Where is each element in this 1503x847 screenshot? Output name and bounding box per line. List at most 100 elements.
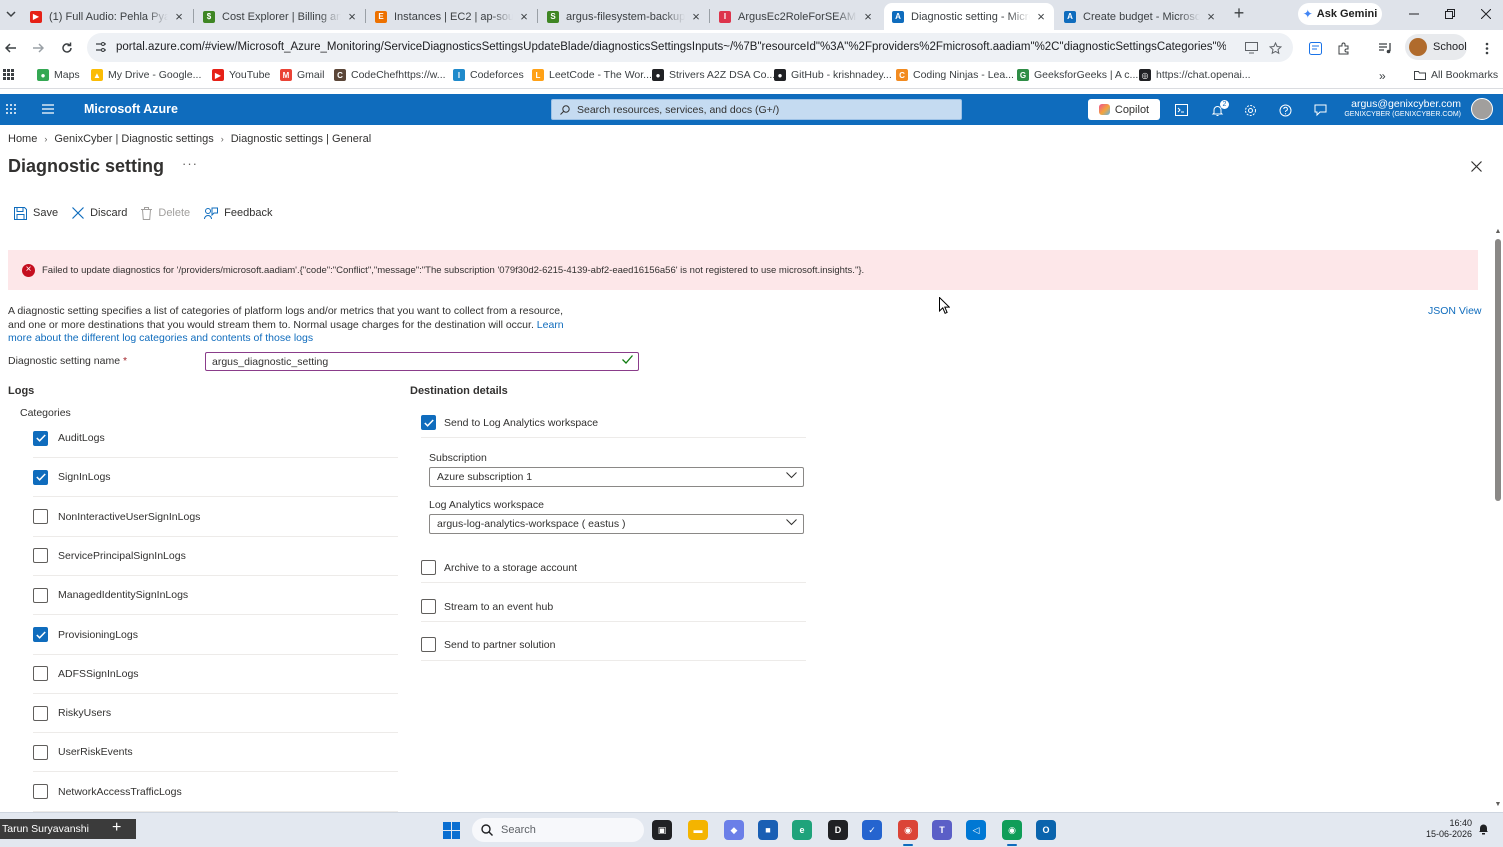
back-button[interactable] — [1, 38, 21, 58]
media-controls-icon[interactable] — [1375, 38, 1395, 58]
log-analytics-option[interactable]: Send to Log Analytics workspace — [421, 415, 806, 430]
close-blade-button[interactable] — [1468, 158, 1484, 174]
bookmark-item[interactable]: ● Maps — [37, 69, 80, 81]
category-checkbox[interactable] — [33, 548, 48, 564]
minimize-button[interactable] — [1406, 6, 1422, 22]
feedback-button[interactable]: Feedback — [204, 207, 272, 220]
dell-icon[interactable]: D — [828, 820, 848, 840]
partner-solution-checkbox[interactable] — [421, 637, 436, 652]
browser-menu-icon[interactable] — [1477, 38, 1497, 58]
bookmark-item[interactable]: ▲ My Drive - Google... — [91, 69, 201, 81]
category-checkbox[interactable] — [33, 469, 48, 485]
learn-more-link[interactable]: Learn — [537, 319, 564, 331]
bookmark-item[interactable]: ● GitHub - krishnadey... — [774, 69, 892, 81]
bookmark-item[interactable]: G GeeksforGeeks | A c... — [1017, 69, 1138, 81]
browser-tab[interactable]: A Diagnostic setting - Micros × — [884, 3, 1054, 30]
close-tab-icon[interactable]: × — [1034, 9, 1048, 24]
log-category-row[interactable]: ProvisioningLogs — [33, 616, 398, 655]
tab-groups-icon[interactable] — [1305, 38, 1325, 58]
chrome-icon[interactable]: ◉ — [898, 820, 918, 846]
install-app-icon[interactable] — [1242, 39, 1260, 57]
bookmark-item[interactable]: ◎ https://chat.openai... — [1139, 69, 1251, 81]
event-hub-option[interactable]: Stream to an event hub — [421, 599, 806, 614]
address-bar[interactable]: portal.azure.com/#view/Microsoft_Azure_M… — [87, 33, 1293, 62]
widgets-weather[interactable]: Tarun Suryavanshi + — [0, 819, 136, 839]
new-tab-button[interactable]: + — [1230, 4, 1248, 23]
browser-tab[interactable]: A Create budget - Microsoft A × — [1056, 3, 1224, 30]
browser-tab[interactable]: E Instances | EC2 | ap-south-1 × — [367, 3, 537, 30]
close-tab-icon[interactable]: × — [517, 9, 531, 24]
bookmark-item[interactable]: M Gmail — [280, 69, 324, 81]
event-hub-checkbox[interactable] — [421, 599, 436, 614]
breadcrumb-home[interactable]: Home — [8, 133, 37, 145]
close-window-button[interactable] — [1478, 6, 1494, 22]
log-category-row[interactable]: ServicePrincipalSignInLogs — [33, 537, 398, 576]
copilot-app-icon[interactable]: ◆ — [724, 820, 744, 840]
log-category-row[interactable]: NonInteractiveUserSignInLogs — [33, 498, 398, 537]
more-actions-icon[interactable]: ··· — [182, 156, 198, 171]
copilot-button[interactable]: Copilot — [1088, 99, 1160, 120]
log-category-row[interactable]: ADFSSignInLogs — [33, 655, 398, 694]
log-category-row[interactable]: UserRiskEvents — [33, 733, 398, 773]
notification-center-icon[interactable] — [1478, 823, 1489, 835]
ask-gemini-button[interactable]: ✦ Ask Gemini — [1298, 3, 1382, 25]
save-button[interactable]: Save — [14, 206, 58, 220]
teams-icon[interactable]: T — [932, 820, 952, 840]
storage-account-checkbox[interactable] — [421, 560, 436, 575]
workspace-dropdown[interactable]: argus-log-analytics-workspace ( eastus ) — [429, 514, 804, 534]
extensions-icon[interactable] — [1333, 38, 1353, 58]
category-checkbox[interactable] — [33, 705, 48, 721]
log-category-row[interactable]: SignInLogs — [33, 458, 398, 498]
restore-button[interactable] — [1442, 6, 1458, 22]
system-clock[interactable]: 16:40 15-06-2026 — [1410, 818, 1472, 840]
browser-tab[interactable]: $ Cost Explorer | Billing and C × — [195, 3, 365, 30]
close-tab-icon[interactable]: × — [689, 9, 703, 24]
browser-tab[interactable]: I ArgusEc2RoleForSEAMS | IA × — [711, 3, 881, 30]
close-tab-icon[interactable]: × — [861, 9, 875, 24]
partner-solution-option[interactable]: Send to partner solution — [421, 637, 806, 652]
portal-menu-icon[interactable] — [41, 102, 55, 116]
apps-grid-icon[interactable] — [3, 69, 14, 80]
tab-search-chevron-icon[interactable] — [2, 5, 20, 23]
global-search-input[interactable]: Search resources, services, and docs (G+… — [551, 99, 962, 120]
log-category-row[interactable]: AuditLogs — [33, 419, 398, 458]
scroll-down-arrow-icon[interactable]: ▼ — [1494, 801, 1502, 809]
all-bookmarks-button[interactable]: All Bookmarks — [1414, 69, 1498, 81]
add-widget-icon[interactable]: + — [112, 820, 121, 836]
account-avatar[interactable] — [1471, 98, 1493, 120]
url-text[interactable]: portal.azure.com/#view/Microsoft_Azure_M… — [116, 41, 1226, 53]
waffle-menu-icon[interactable] — [5, 103, 17, 115]
category-checkbox[interactable] — [33, 627, 48, 642]
category-checkbox[interactable] — [33, 509, 48, 525]
category-checkbox[interactable] — [33, 666, 48, 682]
bookmark-item[interactable]: ● Strivers A2Z DSA Co... — [652, 69, 775, 81]
store-icon[interactable]: ■ — [758, 820, 778, 840]
log-category-row[interactable]: RiskyUsers — [33, 694, 398, 734]
account-info[interactable]: argus@genixcyber.com GENIXCYBER (GENIXCY… — [1320, 98, 1461, 118]
task-view-icon[interactable]: ▣ — [652, 820, 672, 840]
site-info-icon[interactable] — [95, 41, 107, 53]
delete-button[interactable]: Delete — [141, 206, 190, 220]
scroll-up-arrow-icon[interactable]: ▲ — [1494, 228, 1502, 236]
file-explorer-icon[interactable]: ▬ — [688, 820, 708, 840]
reload-button[interactable] — [57, 38, 77, 58]
taskbar-search-box[interactable]: Search — [472, 818, 644, 842]
log-analytics-checkbox[interactable] — [421, 415, 436, 430]
close-tab-icon[interactable]: × — [172, 9, 186, 24]
more-bookmarks-chevron-icon[interactable]: » — [1379, 69, 1386, 83]
log-category-row[interactable]: ManagedIdentitySignInLogs — [33, 576, 398, 616]
browser-tab[interactable]: Sargus-filesystem-backup - S × — [539, 3, 709, 30]
log-category-row[interactable]: NetworkAccessTrafficLogs — [33, 773, 398, 812]
browser-tab[interactable]: ▶ (1) Full Audio: Pehla Pyaar | × — [22, 3, 192, 30]
category-checkbox[interactable] — [33, 784, 48, 800]
profile-chip[interactable]: School — [1405, 34, 1467, 60]
cloud-shell-icon[interactable] — [1173, 102, 1189, 118]
bookmark-item[interactable]: C Coding Ninjas - Lea... — [896, 69, 1014, 81]
subscription-dropdown[interactable]: Azure subscription 1 — [429, 467, 804, 487]
learn-more-link-continued[interactable]: more about the different log categories … — [8, 332, 313, 344]
settings-gear-icon[interactable] — [1242, 102, 1258, 118]
breadcrumb-general[interactable]: Diagnostic settings | General — [231, 133, 371, 145]
category-checkbox[interactable] — [33, 430, 48, 446]
outlook-icon[interactable]: O — [1036, 820, 1056, 840]
edge-icon[interactable]: e — [792, 820, 812, 840]
